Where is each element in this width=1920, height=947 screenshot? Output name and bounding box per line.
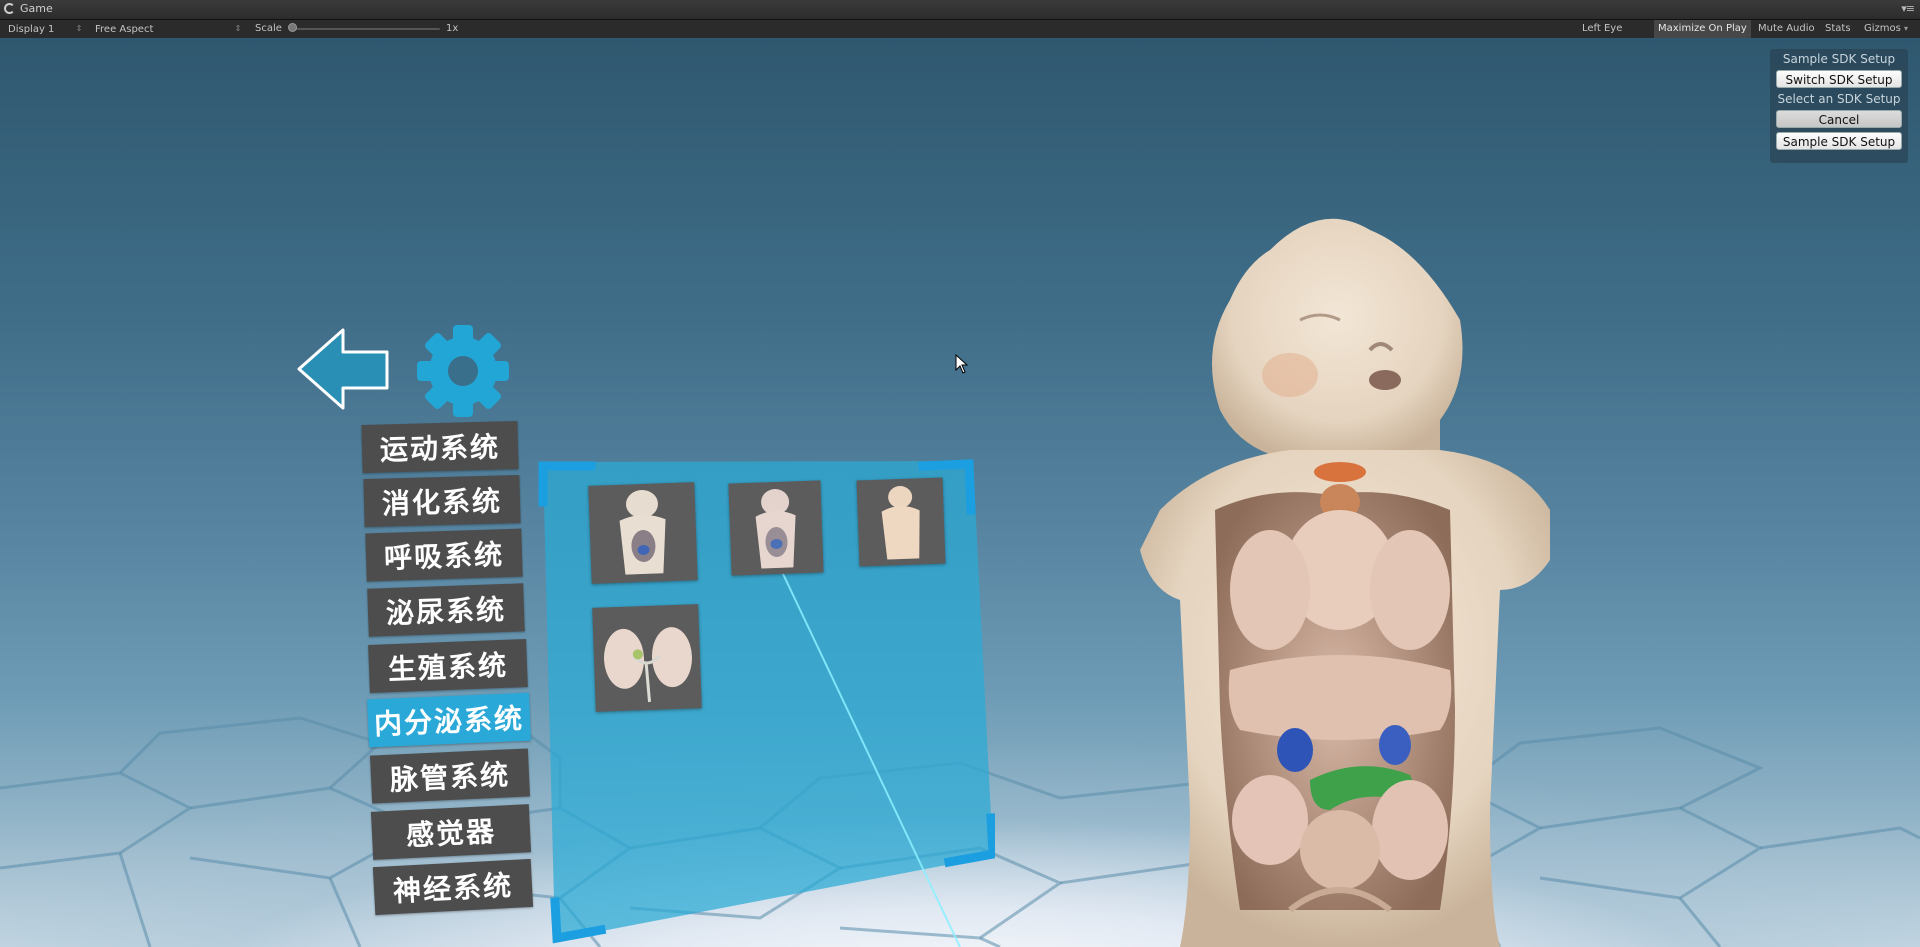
menu-item-label: 泌尿系统: [385, 592, 507, 631]
specimen-thumbnail-image: [619, 490, 666, 575]
mouse-cursor-icon: [955, 354, 969, 374]
game-tab-label: Game: [20, 2, 53, 15]
gizmos-dropdown[interactable]: Gizmos ▾: [1860, 20, 1912, 38]
sample-sdk-setup-button[interactable]: Sample SDK Setup: [1776, 132, 1902, 150]
menu-item-reproductive[interactable]: 生殖系统: [368, 638, 528, 694]
menu-item-sensory[interactable]: 感觉器: [370, 804, 532, 860]
back-arrow-icon[interactable]: [295, 326, 391, 412]
menu-item-label: 脉管系统: [389, 758, 511, 797]
pointer-ray: [765, 537, 961, 947]
game-toolbar: Display 1 ⇕ Free Aspect ⇕ Scale 1x Left …: [0, 20, 1920, 52]
select-sdk-label: Select an SDK Setup: [1777, 92, 1901, 106]
dropdown-arrows-icon: ⇕: [234, 24, 242, 33]
menu-item-locomotor[interactable]: 运动系统: [361, 420, 519, 474]
game-tab[interactable]: Game: [4, 2, 53, 15]
stats-toggle[interactable]: Stats: [1821, 20, 1855, 38]
menu-item-digestive[interactable]: 消化系统: [363, 474, 521, 528]
scale-label: Scale: [255, 23, 282, 34]
cancel-button[interactable]: Cancel: [1776, 110, 1902, 128]
scale-slider-handle[interactable]: [288, 23, 297, 32]
menu-item-label: 神经系统: [392, 868, 514, 909]
dropdown-arrows-icon: ⇕: [75, 24, 83, 33]
chevron-down-icon: ▾: [1904, 24, 1909, 33]
specimen-thumbnail-image: [603, 627, 692, 703]
game-view[interactable]: Sample SDK Setup Switch SDK Setup Select…: [0, 38, 1920, 947]
sdk-panel-title: Sample SDK Setup: [1782, 52, 1896, 66]
gizmos-label: Gizmos: [1864, 23, 1901, 34]
menu-item-respiratory[interactable]: 呼吸系统: [365, 528, 523, 582]
sdk-setup-panel: Sample SDK Setup Switch SDK Setup Select…: [1770, 49, 1908, 163]
menu-item-nervous[interactable]: 神经系统: [372, 858, 534, 916]
menu-item-label: 生殖系统: [387, 648, 509, 687]
menu-item-urinary[interactable]: 泌尿系统: [367, 583, 525, 637]
maximize-on-play-toggle[interactable]: Maximize On Play: [1654, 20, 1751, 38]
menu-item-vascular[interactable]: 脉管系统: [369, 748, 531, 804]
specimen-thumbnail-image: [755, 489, 796, 569]
scale-slider-track[interactable]: [292, 28, 440, 30]
eye-dropdown-value: Left Eye: [1582, 23, 1623, 34]
display-dropdown-value: Display 1: [8, 24, 55, 35]
model-thumbnail-4[interactable]: [592, 604, 702, 712]
anatomy-specimen-model: [1140, 218, 1550, 947]
aspect-dropdown[interactable]: Free Aspect ⇕: [95, 20, 250, 38]
panel-menu-icon[interactable]: ▾≡: [1901, 2, 1915, 15]
mute-audio-toggle[interactable]: Mute Audio: [1754, 20, 1819, 38]
menu-item-label: 呼吸系统: [383, 538, 505, 575]
scale-value: 1x: [446, 23, 459, 34]
gear-icon[interactable]: [413, 321, 513, 421]
model-thumbnail-3[interactable]: [856, 477, 946, 567]
model-thumbnail-2[interactable]: [728, 480, 824, 576]
aspect-dropdown-value: Free Aspect: [95, 24, 154, 35]
menu-item-label: 内分泌系统: [373, 701, 525, 742]
specimen-thumbnail-image: [881, 486, 920, 560]
editor-title-bar: Game ▾≡: [0, 0, 1920, 20]
menu-item-label: 消化系统: [381, 484, 503, 521]
model-thumbnail-1[interactable]: [588, 482, 698, 584]
menu-item-endocrine[interactable]: 内分泌系统: [367, 692, 531, 748]
display-dropdown[interactable]: Display 1 ⇕: [8, 20, 84, 38]
game-view-icon: [4, 3, 15, 14]
eye-dropdown[interactable]: Left Eye ⇕: [1578, 20, 1656, 52]
switch-sdk-setup-button[interactable]: Switch SDK Setup: [1776, 70, 1902, 88]
menu-item-label: 感觉器: [405, 814, 497, 853]
menu-item-label: 运动系统: [379, 430, 501, 467]
